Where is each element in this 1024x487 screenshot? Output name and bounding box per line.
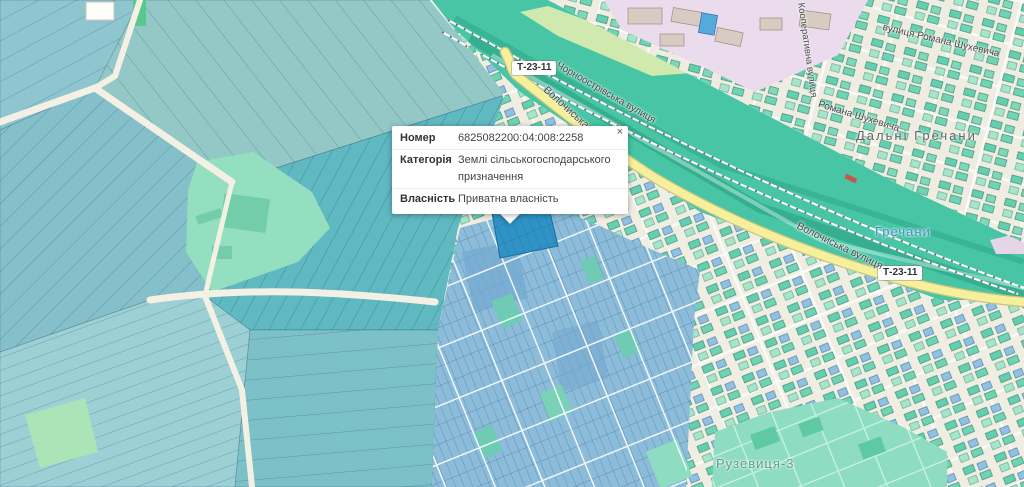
popup-field-label: Власність (400, 193, 456, 205)
popup-field-label: Номер (400, 132, 436, 144)
map-viewport[interactable]: Дальні Гречани Гречани Рузевиця-3 Т-23-1… (0, 0, 1024, 487)
popup-row-ownership: Власність Приватна власність (392, 188, 628, 210)
popup-field-value: Землі сільськогосподарського призначення (458, 154, 611, 183)
popup-row-number: Номер 6825082200:04:008:2258 (392, 128, 628, 149)
blue-building (697, 12, 719, 36)
road-ref-shield: Т-23-11 (512, 61, 557, 75)
road-ref-shield: Т-23-11 (878, 266, 923, 280)
popup-field-value: 6825082200:04:008:2258 (458, 132, 584, 144)
popup-field-value: Приватна власність (458, 193, 559, 205)
popup-row-category: Категорія Землі сільськогосподарського п… (392, 149, 628, 188)
popup-field-label: Категорія (400, 154, 452, 166)
popup-close-button[interactable]: × (617, 126, 623, 139)
parcel-info-popup: × Номер 6825082200:04:008:2258 Категорія… (392, 126, 628, 214)
